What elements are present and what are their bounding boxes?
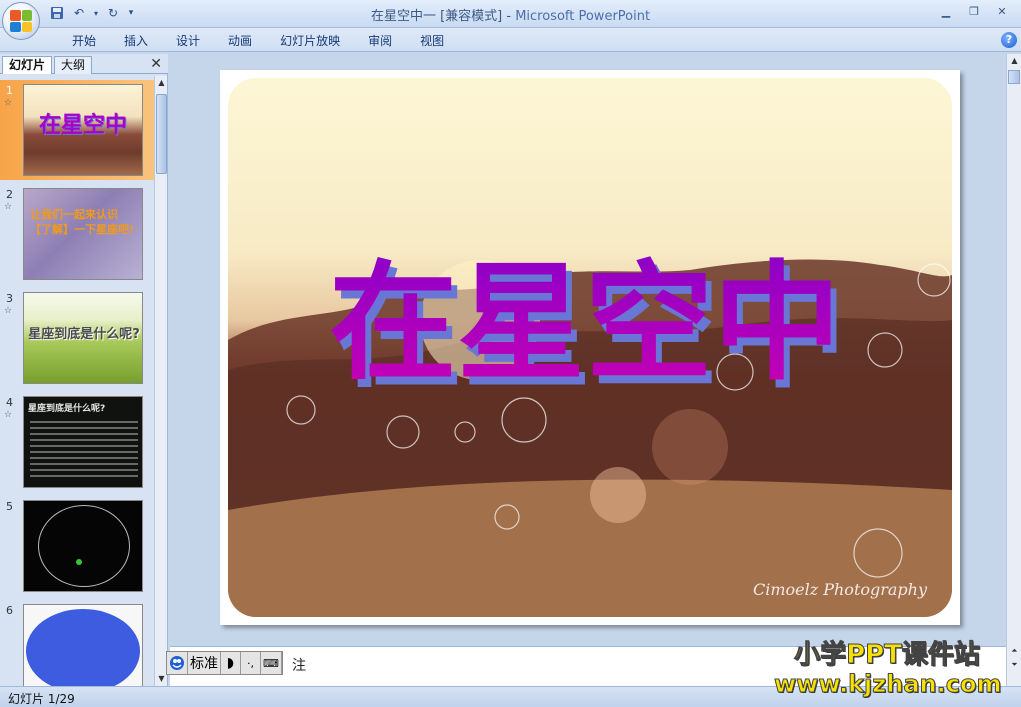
tab-outline[interactable]: 大纲: [54, 56, 93, 74]
slide-number: 2: [6, 188, 13, 201]
pane-tabs: 幻灯片 大纲 ✕: [0, 54, 168, 74]
restore-icon[interactable]: ❐: [961, 2, 987, 20]
half-width-icon[interactable]: ◗: [221, 652, 241, 674]
current-slide[interactable]: 在星空中 在星空中 Cimoelz Photography: [220, 70, 960, 625]
animation-star-icon: ☆: [4, 202, 13, 212]
tab-animations[interactable]: 动画: [214, 32, 266, 50]
slide-preview: 在星空中: [23, 84, 143, 176]
slide-number: 5: [6, 500, 13, 513]
star-map-ellipse: [26, 609, 140, 686]
title-bar: ↶ ▾ ↻ ▾ 在星空中一 [兼容模式] - Microsoft PowerPo…: [0, 0, 1021, 28]
thumb-title: 在星空中: [38, 113, 127, 138]
site-watermark: 小学PPT课件站 www.kjzhan.com: [774, 640, 1002, 699]
slide-thumbnail-4[interactable]: 4 ☆ 星座到底是什么呢?: [0, 392, 154, 492]
slide-thumbnail-1[interactable]: 1 ☆ 在星空中: [0, 80, 154, 180]
window-controls: ▁ ❐ ✕: [933, 2, 1015, 20]
slide-number: 1: [6, 84, 13, 97]
thumbnails-scrollbar[interactable]: ▲ ▼: [154, 76, 167, 686]
animation-star-icon: ☆: [4, 410, 13, 420]
slide-number: 6: [6, 604, 13, 617]
slide-editing-area: 在星空中 在星空中 Cimoelz Photography: [170, 54, 1006, 646]
slide-counter: 幻灯片 1/29: [8, 692, 75, 706]
tab-slideshow[interactable]: 幻灯片放映: [266, 32, 354, 50]
slide-thumbnail-5[interactable]: 5: [0, 496, 154, 596]
tab-home[interactable]: 开始: [58, 32, 110, 50]
thumb-text: 让我们一起来认识【了解】一下星座吧!: [30, 208, 135, 236]
thumb-body-lines: [30, 417, 138, 481]
animation-star-icon: ☆: [4, 306, 13, 316]
soft-keyboard-icon[interactable]: ⌨: [261, 652, 282, 674]
watermark-title: 小学PPT课件站: [794, 640, 981, 671]
slide-thumbnail-3[interactable]: 3 ☆ 星座到底是什么呢?: [0, 288, 154, 388]
ime-toolbar: 标准 ◗ ·, ⌨: [166, 651, 283, 675]
ribbon-tabs: 开始 插入 设计 动画 幻灯片放映 审阅 视图: [58, 32, 458, 50]
tab-slides[interactable]: 幻灯片: [2, 56, 53, 74]
notes-text[interactable]: 注: [292, 655, 306, 675]
slide-canvas: 在星空中 在星空中 Cimoelz Photography: [228, 78, 952, 617]
slide-scrollbar[interactable]: ▲ ⏶ ⏷: [1006, 54, 1021, 686]
close-icon[interactable]: ✕: [989, 2, 1015, 20]
tab-design[interactable]: 设计: [162, 32, 214, 50]
window-title: 在星空中一 [兼容模式] - Microsoft PowerPoint: [0, 5, 1021, 24]
close-pane-icon[interactable]: ✕: [150, 56, 162, 72]
office-button[interactable]: [2, 2, 40, 40]
ribbon: 开始 插入 设计 动画 幻灯片放映 审阅 视图 ?: [0, 28, 1021, 52]
thumb-text: 星座到底是什么呢?: [28, 327, 140, 342]
ime-logo-icon[interactable]: [167, 652, 188, 674]
animation-star-icon: ☆: [4, 98, 13, 108]
tab-review[interactable]: 审阅: [354, 32, 406, 50]
office-logo-icon: [10, 10, 32, 32]
scroll-up-icon[interactable]: ▲: [155, 76, 168, 90]
slide-preview: [23, 500, 143, 592]
star-chart-dot: [76, 559, 82, 565]
thumb-text: 星座到底是什么呢?: [28, 404, 106, 414]
scroll-up-icon[interactable]: ▲: [1007, 54, 1021, 68]
slides-pane: 幻灯片 大纲 ✕ 1 ☆ 在星空中 2 ☆ 让我们一起来认识【了解】一下星座吧!…: [0, 54, 168, 686]
help-icon[interactable]: ?: [1001, 32, 1017, 48]
tab-view[interactable]: 视图: [406, 32, 458, 50]
scrollbar-thumb[interactable]: [1008, 70, 1020, 84]
star-chart-circle: [38, 505, 130, 587]
slide-thumbnails: 1 ☆ 在星空中 2 ☆ 让我们一起来认识【了解】一下星座吧! 3 ☆ 星座到底…: [0, 76, 154, 686]
ime-mode[interactable]: 标准: [188, 652, 221, 674]
title-separator: -: [502, 9, 516, 24]
scrollbar-thumb[interactable]: [156, 94, 167, 174]
previous-slide-icon[interactable]: ⏶: [1007, 644, 1021, 658]
punctuation-icon[interactable]: ·,: [241, 652, 261, 674]
slide-number: 3: [6, 292, 13, 305]
slide-thumbnail-2[interactable]: 2 ☆ 让我们一起来认识【了解】一下星座吧!: [0, 184, 154, 284]
watermark-url: www.kjzhan.com: [774, 670, 1002, 699]
slide-thumbnail-6[interactable]: 6: [0, 600, 154, 686]
document-title: 在星空中一 [兼容模式]: [370, 9, 503, 24]
tab-insert[interactable]: 插入: [110, 32, 162, 50]
application-name: Microsoft PowerPoint: [515, 9, 651, 24]
slide-preview: 星座到底是什么呢?: [23, 292, 143, 384]
slide-title[interactable]: 在星空中: [329, 249, 841, 398]
slide-number: 4: [6, 396, 13, 409]
slide-preview: 星座到底是什么呢?: [23, 396, 143, 488]
next-slide-icon[interactable]: ⏷: [1007, 658, 1021, 672]
photo-credit: Cimoelz Photography: [753, 580, 928, 599]
slide-preview: [23, 604, 143, 686]
minimize-icon[interactable]: ▁: [933, 2, 959, 20]
slide-preview: 让我们一起来认识【了解】一下星座吧!: [23, 188, 143, 280]
